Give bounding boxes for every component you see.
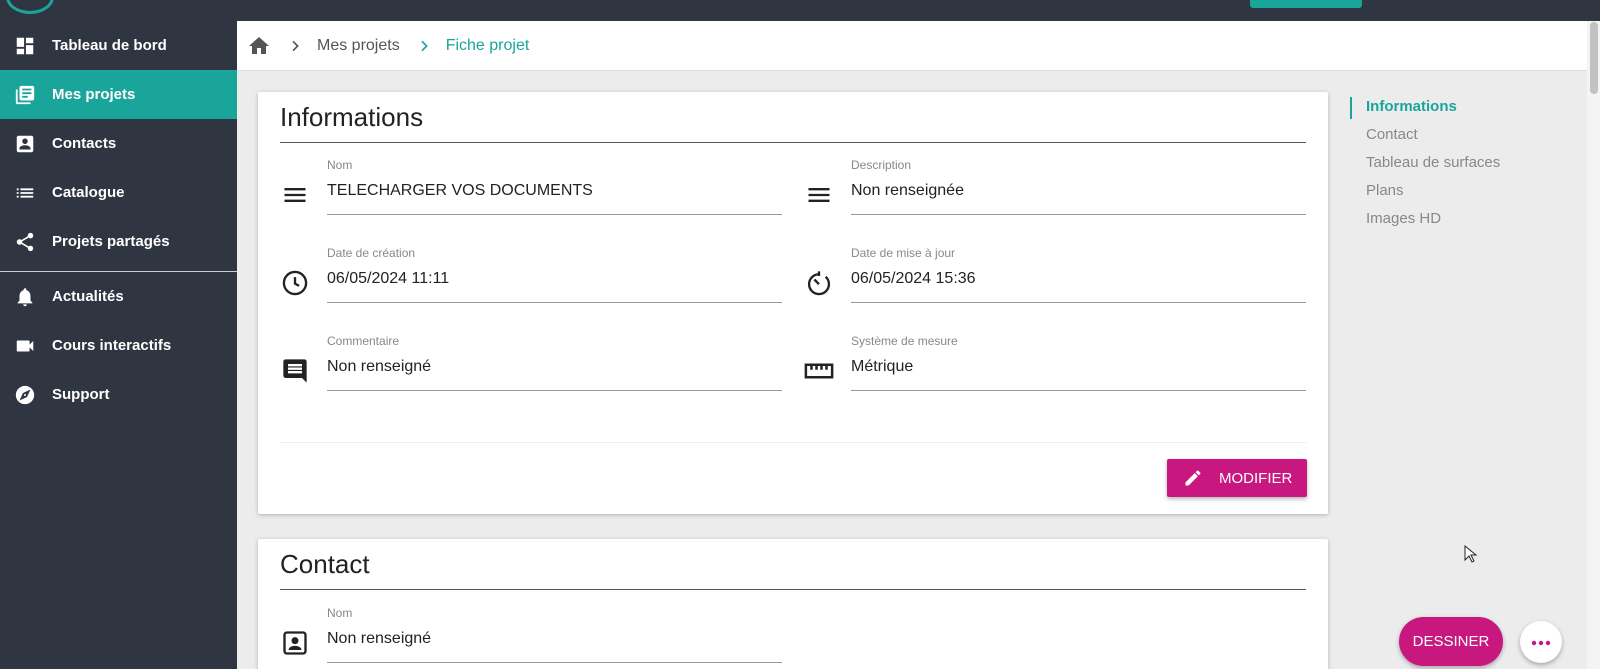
field-value: TELECHARGER VOS DOCUMENTS bbox=[327, 182, 593, 199]
toc-item-images-hd[interactable]: Images HD bbox=[1366, 210, 1441, 227]
timer-icon bbox=[804, 268, 834, 298]
field-label: Nom bbox=[327, 606, 353, 620]
sidebar-item-label: Mes projets bbox=[52, 86, 136, 103]
field-underline bbox=[851, 302, 1306, 303]
field-label: Système de mesure bbox=[851, 334, 958, 348]
projects-icon bbox=[13, 83, 37, 107]
field-label: Date de mise à jour bbox=[851, 246, 956, 260]
more-options-button[interactable] bbox=[1520, 621, 1562, 663]
field-value: Non renseignée bbox=[851, 182, 964, 199]
sidebar-item-catalogue[interactable]: Catalogue bbox=[0, 168, 237, 217]
chevron-right-icon bbox=[287, 38, 303, 54]
top-bar bbox=[0, 0, 1600, 21]
sidebar-item-label: Projets partagés bbox=[52, 233, 170, 250]
toc-active-indicator bbox=[1350, 97, 1352, 119]
field-description: Description Non renseignée bbox=[804, 158, 1314, 228]
field-value: 06/05/2024 11:11 bbox=[327, 270, 450, 287]
pencil-icon bbox=[1183, 468, 1203, 488]
field-nom: Nom TELECHARGER VOS DOCUMENTS bbox=[280, 158, 790, 228]
toc-item-informations[interactable]: Informations bbox=[1366, 98, 1457, 115]
field-commentaire: Commentaire Non renseigné bbox=[280, 334, 790, 404]
sidebar-item-label: Catalogue bbox=[52, 184, 125, 201]
title-divider bbox=[280, 142, 1306, 143]
compass-icon bbox=[13, 383, 37, 407]
toc-item-contact[interactable]: Contact bbox=[1366, 126, 1418, 143]
dashboard-icon bbox=[13, 34, 37, 58]
breadcrumb-fiche-projet: Fiche projet bbox=[445, 36, 530, 54]
sidebar-item-label: Tableau de bord bbox=[52, 37, 167, 54]
video-camera-icon bbox=[13, 334, 37, 358]
field-label: Nom bbox=[327, 158, 353, 172]
lines-icon bbox=[280, 180, 310, 210]
field-value: 06/05/2024 15:36 bbox=[851, 270, 976, 287]
sidebar-item-label: Cours interactifs bbox=[52, 337, 172, 354]
field-systeme-de-mesure: Système de mesure Métrique bbox=[804, 334, 1314, 404]
app-logo[interactable] bbox=[6, 0, 54, 14]
toc-item-plans[interactable]: Plans bbox=[1366, 182, 1404, 199]
field-underline bbox=[327, 390, 782, 391]
bell-icon bbox=[13, 285, 37, 309]
sidebar: Tableau de bord Mes projets Contacts Cat… bbox=[0, 21, 237, 669]
comment-icon bbox=[280, 356, 310, 386]
field-label: Description bbox=[851, 158, 912, 172]
top-action-button[interactable] bbox=[1250, 0, 1362, 8]
sidebar-item-label: Actualités bbox=[52, 288, 124, 305]
list-icon bbox=[13, 181, 37, 205]
sidebar-item-label: Contacts bbox=[52, 135, 117, 152]
sidebar-item-cours-interactifs[interactable]: Cours interactifs bbox=[0, 321, 237, 370]
contact-card: Contact Nom Non renseigné bbox=[258, 539, 1328, 669]
field-date-creation: Date de création 06/05/2024 11:11 bbox=[280, 246, 790, 316]
field-underline bbox=[851, 390, 1306, 391]
card-footer-divider bbox=[280, 442, 1306, 443]
scrollbar-thumb[interactable] bbox=[1590, 22, 1598, 94]
sidebar-item-tableau-de-bord[interactable]: Tableau de bord bbox=[0, 21, 237, 70]
field-label: Date de création bbox=[327, 246, 416, 260]
more-horizontal-icon bbox=[1531, 635, 1551, 650]
sidebar-item-contacts[interactable]: Contacts bbox=[0, 119, 237, 168]
contact-card-icon bbox=[280, 628, 310, 658]
field-underline bbox=[851, 214, 1306, 215]
lines-icon bbox=[804, 180, 834, 210]
field-date-mise-a-jour: Date de mise à jour 06/05/2024 15:36 bbox=[804, 246, 1314, 316]
share-icon bbox=[13, 230, 37, 254]
home-icon[interactable] bbox=[247, 34, 271, 58]
breadcrumb-mes-projets[interactable]: Mes projets bbox=[317, 37, 400, 55]
ruler-icon bbox=[804, 356, 834, 386]
sidebar-item-label: Support bbox=[52, 386, 110, 403]
sidebar-item-actualites[interactable]: Actualités bbox=[0, 272, 237, 321]
sidebar-item-mes-projets[interactable]: Mes projets bbox=[0, 70, 237, 119]
modifier-button[interactable]: MODIFIER bbox=[1167, 459, 1307, 497]
scrollbar-track[interactable] bbox=[1587, 21, 1600, 669]
informations-title: Informations bbox=[280, 102, 424, 132]
toc-item-tableau-de-surfaces[interactable]: Tableau de surfaces bbox=[1366, 154, 1500, 171]
field-value: Non renseigné bbox=[327, 358, 432, 375]
field-underline bbox=[327, 662, 782, 663]
informations-card: Informations Nom TELECHARGER VOS DOCUMEN… bbox=[258, 92, 1328, 514]
contact-title: Contact bbox=[280, 549, 370, 579]
field-underline bbox=[327, 302, 782, 303]
field-contact-nom: Nom Non renseigné bbox=[280, 606, 790, 669]
sidebar-item-support[interactable]: Support bbox=[0, 370, 237, 419]
field-label: Commentaire bbox=[327, 334, 400, 348]
contact-card-icon bbox=[13, 132, 37, 156]
modifier-label: MODIFIER bbox=[1219, 469, 1293, 487]
field-value: Non renseigné bbox=[327, 630, 432, 647]
chevron-right-icon bbox=[416, 38, 432, 54]
dessiner-button[interactable]: DESSINER bbox=[1399, 617, 1503, 666]
mouse-cursor-icon bbox=[1464, 544, 1478, 563]
field-underline bbox=[327, 214, 782, 215]
clock-icon bbox=[280, 268, 310, 298]
title-divider bbox=[280, 589, 1306, 590]
breadcrumb: Mes projets Fiche projet bbox=[237, 21, 1587, 71]
sidebar-item-projets-partages[interactable]: Projets partagés bbox=[0, 217, 237, 266]
field-value: Métrique bbox=[851, 358, 914, 375]
